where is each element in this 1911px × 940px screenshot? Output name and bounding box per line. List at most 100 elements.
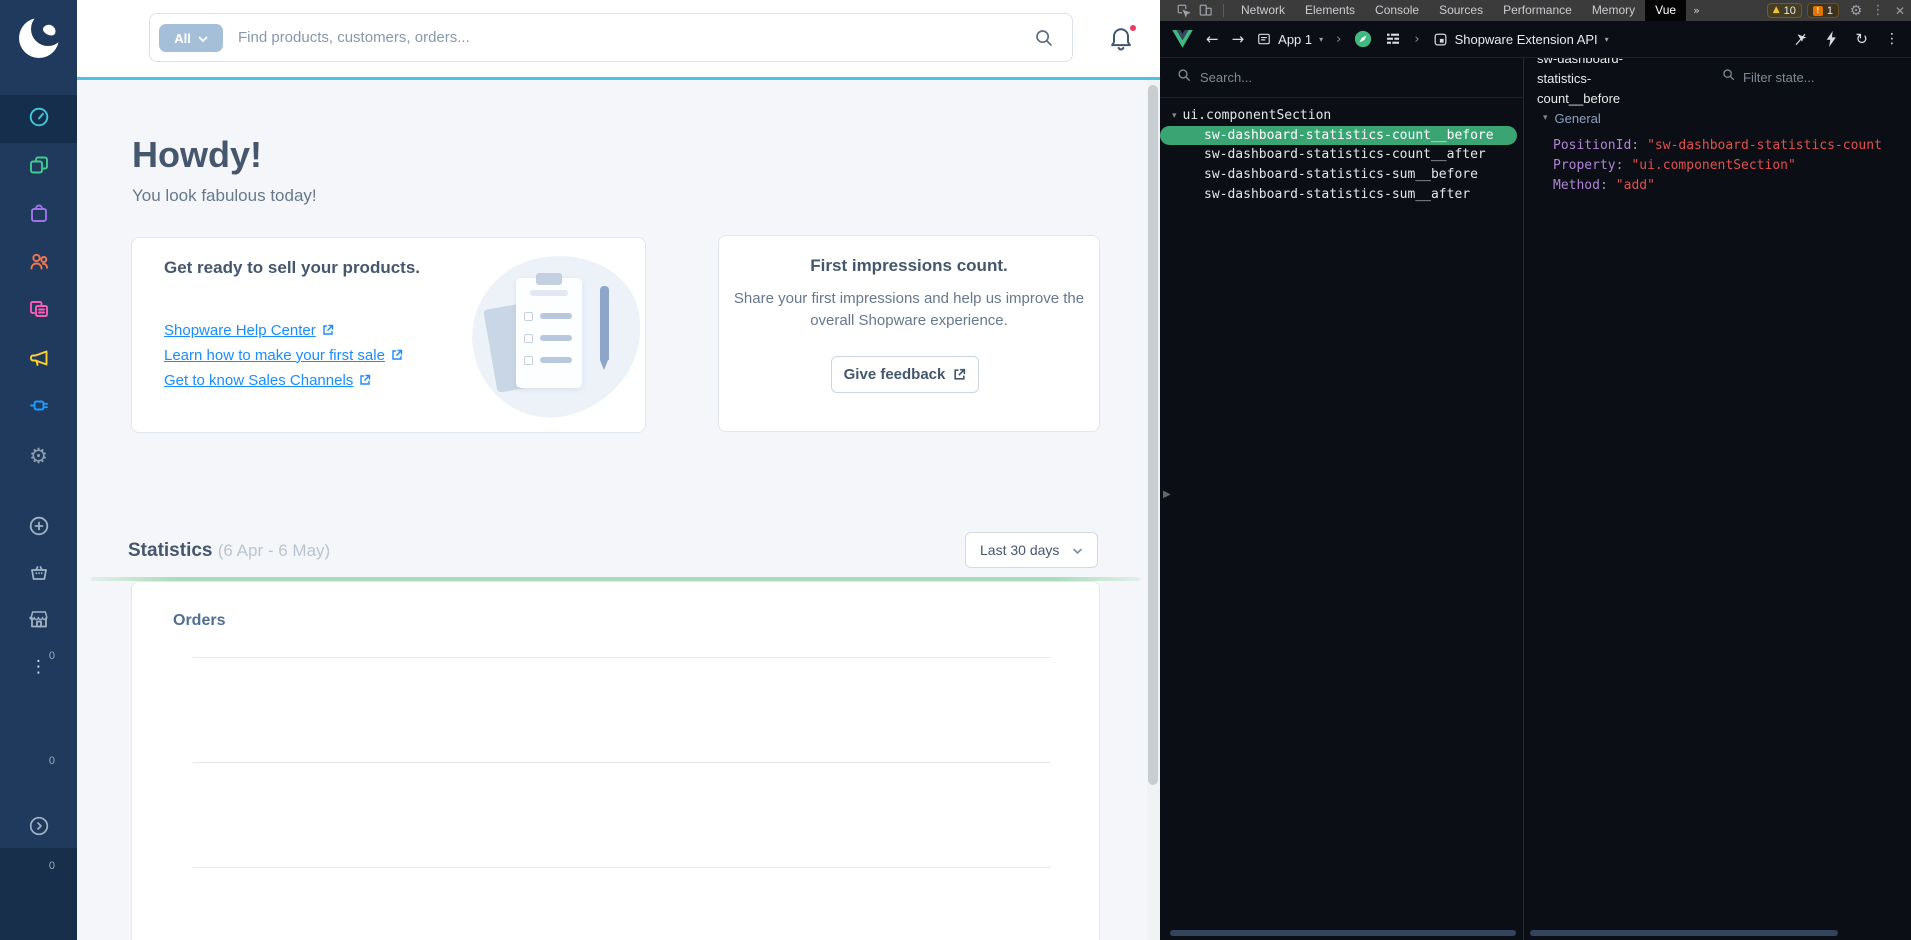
pane-divider[interactable] [1523,58,1524,940]
content-pages-icon [27,297,51,326]
state-property-row[interactable]: Method:"add" [1553,176,1911,196]
tree-node[interactable]: sw-dashboard-statistics-count__after [1160,145,1523,165]
onboarding-card: Get ready to sell your products. Shopwar… [131,237,646,433]
devtools-settings-gear-icon[interactable]: ⚙ [1845,0,1867,21]
notification-bell-button[interactable] [1107,24,1139,56]
state-pane-hscrollbar-thumb[interactable] [1530,930,1838,936]
tree-pane-hscrollbar-thumb[interactable] [1170,930,1516,936]
tree-search-row [1160,58,1523,98]
refresh-icon[interactable]: ↻ [1855,30,1868,48]
inspect-element-icon[interactable] [1172,0,1194,21]
plus-circle-icon [27,514,51,543]
gridline [193,657,1051,658]
panel-resize-handle-icon[interactable]: ▶ [1163,489,1171,500]
inspector-select-dropdown[interactable]: Shopware Extension API ▾ [1433,32,1609,47]
devtools-tab-bar: Network Elements Console Sources Perform… [1160,0,1911,21]
tab-elements[interactable]: Elements [1295,0,1365,21]
statistics-heading: Statistics (6 Apr - 6 May) [128,540,330,562]
devtools-kebab-menu-icon[interactable]: ⋮ [1867,0,1889,21]
disable-select-icon[interactable] [1793,32,1808,47]
sidebar-item-add-new[interactable] [0,504,77,552]
vue-kebab-menu-icon[interactable]: ⋮ [1885,31,1899,47]
page-title: Howdy! [132,134,262,176]
stacked-squares-icon [27,153,51,182]
global-search-input[interactable] [238,15,918,60]
app-window-icon [1257,32,1271,46]
tree-node[interactable]: sw-dashboard-statistics-sum__before [1160,165,1523,185]
sidebar-item-extensions[interactable] [0,383,77,431]
toolbar-separator [1223,4,1224,17]
warning-triangle-icon: ▲ [1773,6,1780,15]
tree-root-node[interactable]: ▾ ui.componentSection [1160,106,1523,126]
tree-search-input[interactable] [1200,70,1400,85]
issues-badge[interactable]: ! 1 [1807,3,1839,18]
gear-icon: ⚙ [29,444,48,468]
tab-sources[interactable]: Sources [1429,0,1493,21]
global-search-bar[interactable]: All [149,13,1073,62]
issue-icon: ! [1813,6,1823,16]
period-select[interactable]: Last 30 days [965,532,1098,568]
device-toolbar-icon[interactable] [1194,0,1216,21]
first-sale-link[interactable]: Learn how to make your first sale [164,345,403,365]
external-link-icon [391,349,403,361]
app-select-value: App 1 [1278,32,1312,47]
search-scope-label: All [174,31,191,46]
state-property-row[interactable]: PositionId:"sw-dashboard-statistics-coun… [1553,136,1911,156]
app-select-dropdown[interactable]: App 1 ▾ [1257,32,1323,47]
shopware-logo[interactable] [17,16,61,60]
history-forward-icon[interactable]: → [1232,30,1245,48]
sales-channels-link[interactable]: Get to know Sales Channels [164,370,371,390]
tree-node[interactable]: sw-dashboard-statistics-sum__after [1160,185,1523,205]
tab-performance[interactable]: Performance [1493,0,1582,21]
issues-count: 1 [1827,5,1833,17]
app-scrollbar-thumb[interactable] [1148,85,1158,785]
give-feedback-button[interactable]: Give feedback [831,356,979,393]
component-section-tree: ▾ ui.componentSection sw-dashboard-stati… [1160,98,1523,205]
search-icon [1177,68,1191,87]
devtools-panel: Network Elements Console Sources Perform… [1160,0,1911,940]
sidebar-item-catalogues[interactable] [0,143,77,191]
sidebar-item-content[interactable] [0,287,77,335]
header-accent-line [77,77,1160,80]
components-inspector-icon[interactable] [1354,30,1372,48]
sidebar-item-customers[interactable] [0,239,77,287]
state-property-row[interactable]: Property:"ui.componentSection" [1553,156,1911,176]
property-value: "sw-dashboard-statistics-count [1647,138,1882,153]
external-link-icon [359,374,371,386]
tab-vue[interactable]: Vue [1645,0,1686,21]
sidebar-item-basket[interactable] [0,550,77,598]
tab-console[interactable]: Console [1365,0,1429,21]
top-header: All [77,0,1160,77]
sidebar-expand-button[interactable] [0,804,77,852]
y-axis-tick: 0 [29,755,55,767]
tree-node-selected[interactable]: sw-dashboard-statistics-count__before [1160,126,1517,145]
storefront-icon [27,607,51,636]
basket-icon [27,560,51,589]
onboarding-card-title: Get ready to sell your products. [164,258,420,278]
orders-chart-title: Orders [173,612,225,630]
chevron-down-icon [198,31,208,46]
tab-memory[interactable]: Memory [1582,0,1645,21]
general-section-header[interactable]: ▾ General [1525,106,1911,130]
help-center-link[interactable]: Shopware Help Center [164,320,334,340]
megaphone-icon [27,346,51,375]
caret-down-icon: ▾ [1172,106,1177,126]
search-scope-dropdown[interactable]: All [159,24,223,52]
search-icon [1722,68,1735,86]
more-tabs-icon[interactable]: » [1686,4,1707,17]
search-icon [1034,28,1054,53]
selected-node-title: sw-dashboard- statistics- count__before [1537,58,1623,109]
devtools-close-icon[interactable]: ✕ [1889,0,1911,21]
sidebar-item-marketing[interactable] [0,336,77,384]
timeline-icon[interactable] [1385,31,1401,47]
sidebar-item-settings[interactable]: ⚙ [0,432,77,480]
sidebar-item-products[interactable] [0,191,77,239]
warnings-badge[interactable]: ▲ 10 [1767,3,1802,18]
sidebar-item-dashboard[interactable] [0,95,77,143]
sidebar-item-storefront[interactable] [0,597,77,645]
lightning-bolt-icon[interactable] [1825,31,1838,47]
customers-people-icon [27,249,51,278]
history-back-icon[interactable]: ← [1206,30,1219,48]
state-filter-input[interactable] [1743,70,1873,85]
tab-network[interactable]: Network [1231,0,1295,21]
